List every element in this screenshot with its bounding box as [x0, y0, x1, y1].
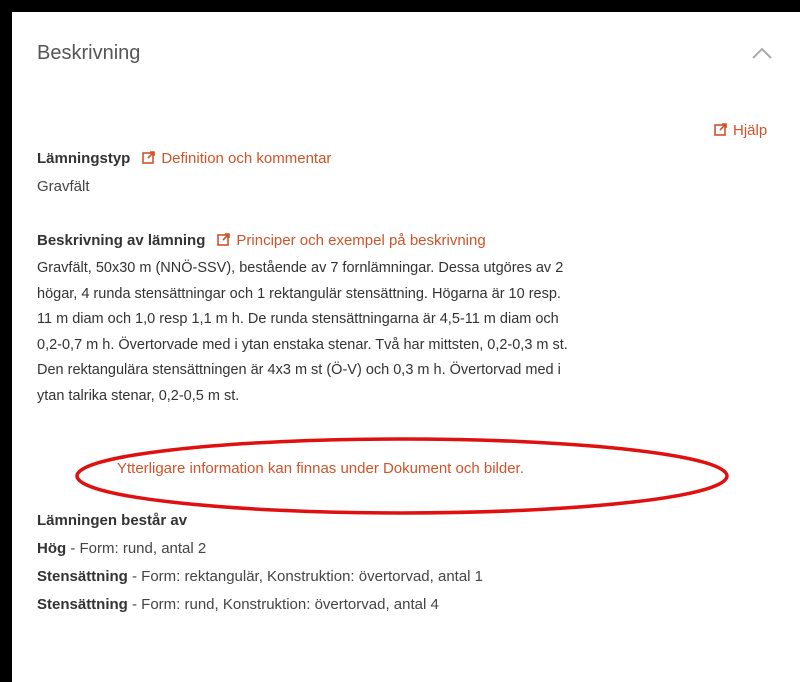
- help-link-label: Hjälp: [733, 122, 768, 139]
- principer-link-label: Principer och exempel på beskrivning: [236, 232, 486, 249]
- external-link-icon: [714, 123, 727, 136]
- help-link[interactable]: Hjälp: [714, 122, 767, 139]
- desc-line: Gravfält, 50x30 m (NNÖ-SSV), bestående a…: [37, 260, 564, 276]
- external-link-icon: [142, 151, 156, 164]
- principer-link[interactable]: Principer och exempel på beskrivning: [217, 232, 486, 249]
- bestar-label: Lämningen består av: [37, 512, 188, 529]
- beskrivning-text: Gravfält, 50x30 m (NNÖ-SSV), bestående a…: [37, 256, 737, 409]
- panel-title: Beskrivning: [37, 42, 141, 64]
- desc-line: högar, 4 runda stensättningar och 1 rekt…: [37, 285, 561, 302]
- component-name: Stensättning: [37, 596, 128, 613]
- component-item: Hög - Form: rund, antal 2: [37, 537, 206, 561]
- beskrivning-label: Beskrivning av lämning: [37, 232, 206, 249]
- desc-line: ytan talrika stenar, 0,2-0,5 m st.: [37, 387, 240, 404]
- definition-link-label: Definition och kommentar: [161, 150, 332, 167]
- chevron-up-icon[interactable]: [751, 46, 773, 60]
- beskrivning-row: Beskrivning av lämning Principer och exe…: [37, 229, 486, 253]
- component-detail: - Form: rektangulär, Konstruktion: övert…: [127, 568, 484, 585]
- more-info-note: Ytterligare information kan finnas under…: [117, 460, 524, 477]
- beskrivning-panel: Beskrivning Hjälp Lämningstyp Definition…: [12, 12, 800, 682]
- component-name: Stensättning: [37, 568, 128, 585]
- desc-line: 0,2-0,7 m h. Övertorvade med i ytan enst…: [37, 336, 568, 353]
- component-item: Stensättning - Form: rektangulär, Konstr…: [37, 565, 483, 589]
- component-item: Stensättning - Form: rund, Konstruktion:…: [37, 593, 439, 617]
- lamningstyp-label: Lämningstyp: [37, 150, 131, 167]
- definition-link[interactable]: Definition och kommentar: [142, 150, 331, 167]
- component-detail: - Form: rund, Konstruktion: övertorvad, …: [127, 596, 439, 613]
- lamningstyp-row: Lämningstyp Definition och kommentar: [37, 147, 331, 171]
- component-name: Hög: [37, 540, 67, 557]
- external-link-icon: [217, 233, 231, 246]
- lamningstyp-value: Gravfält: [37, 178, 90, 195]
- component-detail: - Form: rund, antal 2: [66, 540, 207, 557]
- desc-line: Den rektangulära stensättningen är 4x3 m…: [37, 362, 561, 378]
- desc-line: 11 m diam och 1,0 resp 1,1 m h. De runda…: [37, 311, 559, 327]
